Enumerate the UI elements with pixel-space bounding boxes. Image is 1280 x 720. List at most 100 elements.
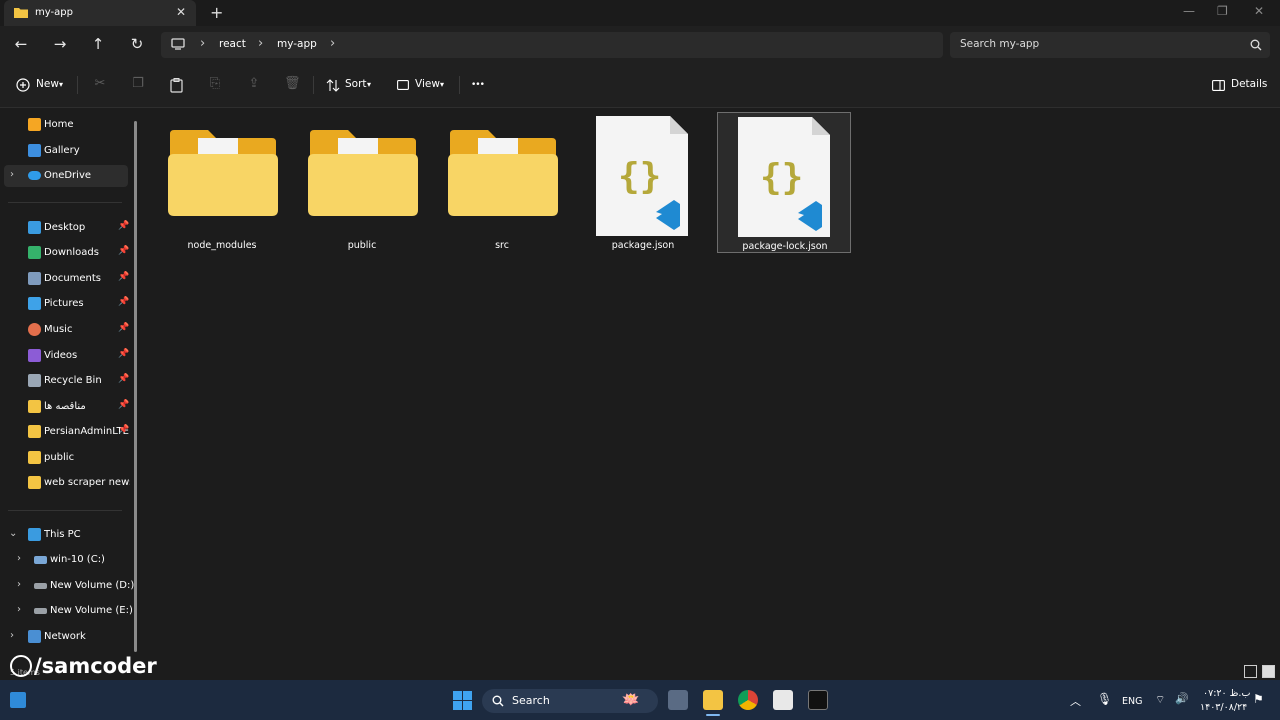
forward-button[interactable]: → bbox=[50, 34, 70, 54]
sidebar-item-recycle-bin[interactable]: Recycle Bin 📌 bbox=[4, 370, 129, 392]
json-file-icon: {} bbox=[738, 117, 830, 237]
chevron-down-icon: ▾ bbox=[59, 80, 64, 89]
new-tab-button[interactable]: + bbox=[210, 3, 223, 22]
details-view-toggle[interactable] bbox=[1244, 665, 1257, 678]
folder-icon bbox=[28, 476, 41, 489]
up-button[interactable]: ↑ bbox=[88, 34, 108, 54]
task-view-icon[interactable] bbox=[668, 690, 688, 710]
search-icon[interactable] bbox=[1250, 39, 1262, 51]
chevron-right-icon[interactable]: › bbox=[17, 604, 21, 615]
delete-icon[interactable]: 🗑 bbox=[284, 76, 301, 92]
sidebar-item-label: Documents bbox=[44, 273, 102, 284]
divider bbox=[8, 202, 122, 203]
sidebar-item-public[interactable]: public bbox=[4, 447, 128, 469]
file-name: src bbox=[495, 240, 509, 251]
folder-node-modules[interactable]: { } node_modules bbox=[155, 112, 289, 253]
notepad-icon[interactable] bbox=[773, 690, 793, 710]
breadcrumb-my-app[interactable]: my-app bbox=[277, 38, 317, 50]
refresh-button[interactable]: ↻ bbox=[127, 34, 147, 54]
sidebar-item-gallery[interactable]: Gallery bbox=[4, 140, 128, 162]
language-indicator[interactable]: ENG bbox=[1122, 696, 1142, 707]
sidebar-item-label: PersianAdminLTE bbox=[44, 426, 129, 437]
sidebar-item-label: public bbox=[44, 452, 75, 463]
close-window-button[interactable]: ✕ bbox=[1254, 4, 1264, 18]
details-button[interactable]: Details bbox=[1231, 78, 1267, 90]
more-options-button[interactable]: ••• bbox=[471, 80, 485, 90]
sidebar-item-network[interactable]: › Network bbox=[4, 626, 128, 648]
share-icon[interactable]: ⇪ bbox=[246, 76, 262, 92]
file-explorer-icon[interactable] bbox=[703, 690, 723, 710]
drive-icon bbox=[34, 583, 47, 589]
sidebar-scrollbar[interactable] bbox=[134, 121, 137, 652]
sidebar-item-desktop[interactable]: Desktop 📌 bbox=[4, 217, 129, 239]
notification-icon[interactable]: ⚑ bbox=[1253, 692, 1264, 706]
chevron-right-icon[interactable]: › bbox=[10, 630, 14, 641]
sidebar-item-label: Pictures bbox=[44, 298, 84, 309]
sidebar-item-home[interactable]: Home bbox=[4, 114, 128, 136]
chevron-down-icon[interactable]: ⌄ bbox=[9, 528, 17, 539]
json-file-icon: {} bbox=[596, 116, 688, 236]
music-icon bbox=[28, 323, 41, 336]
view-button[interactable]: View bbox=[415, 78, 440, 90]
sidebar-item-videos[interactable]: Videos 📌 bbox=[4, 345, 130, 367]
drive-icon bbox=[34, 556, 47, 564]
search-icon bbox=[492, 695, 504, 707]
desktop-icon bbox=[28, 221, 41, 234]
paste-icon[interactable] bbox=[170, 78, 183, 93]
sidebar-item-this-pc[interactable]: ⌄ This PC bbox=[4, 524, 128, 546]
pin-icon: 📌 bbox=[118, 323, 130, 333]
chevron-right-icon[interactable]: › bbox=[17, 553, 21, 564]
clock-time[interactable]: ۰۷:۲۰ ب.ظ bbox=[1203, 688, 1250, 699]
new-button[interactable]: New bbox=[36, 78, 59, 90]
sidebar-item-pictures[interactable]: Pictures 📌 bbox=[4, 293, 129, 315]
divider bbox=[459, 76, 460, 94]
taskbar-search-label: Search bbox=[512, 694, 550, 707]
file-package-lock-json[interactable]: {} package-lock.json bbox=[717, 112, 851, 253]
close-tab-icon[interactable]: ✕ bbox=[176, 5, 186, 19]
volume-icon[interactable]: 🔊 bbox=[1175, 692, 1189, 705]
sidebar-item-label: مناقصه ها bbox=[44, 401, 86, 412]
pin-icon: 📌 bbox=[118, 272, 130, 282]
back-button[interactable]: ← bbox=[11, 34, 31, 54]
chrome-icon[interactable] bbox=[738, 690, 758, 710]
cut-icon[interactable]: ✂ bbox=[92, 76, 108, 92]
widgets-icon[interactable] bbox=[10, 692, 26, 708]
chevron-up-icon[interactable]: ︿ bbox=[1070, 693, 1081, 709]
breadcrumb-react[interactable]: react bbox=[219, 38, 246, 50]
sidebar-item-persianadminlte[interactable]: PersianAdminLTE 📌 bbox=[4, 421, 129, 443]
sidebar-item-folder[interactable]: مناقصه ها 📌 bbox=[4, 396, 129, 418]
sidebar-item-web-scraper-news[interactable]: web scraper news - bbox=[4, 472, 130, 494]
sidebar-item-drive-c[interactable]: › win-10 (C:) bbox=[4, 549, 128, 571]
clock-date[interactable]: ۱۴۰۳/۰۸/۲۴ bbox=[1200, 702, 1247, 713]
plus-circle-icon bbox=[16, 78, 30, 92]
tab-my-app[interactable]: my-app ✕ bbox=[4, 0, 196, 26]
folder-icon bbox=[28, 425, 41, 438]
sidebar-item-drive-d[interactable]: › New Volume (D:) bbox=[4, 575, 134, 597]
file-package-json[interactable]: {} package.json bbox=[576, 112, 710, 253]
microphone-icon[interactable]: 🎙 bbox=[1097, 692, 1112, 706]
watermark-text: /samcoder bbox=[34, 654, 157, 678]
maximize-button[interactable]: ❐ bbox=[1217, 4, 1228, 18]
large-icons-view-toggle[interactable] bbox=[1262, 665, 1275, 678]
sidebar-item-music[interactable]: Music 📌 bbox=[4, 319, 130, 341]
start-icon[interactable] bbox=[453, 691, 472, 710]
sidebar-item-documents[interactable]: Documents 📌 bbox=[4, 268, 130, 290]
sidebar-item-label: New Volume (D:) bbox=[50, 580, 135, 591]
folder-public[interactable]: public bbox=[295, 112, 429, 253]
terminal-icon[interactable] bbox=[808, 690, 828, 710]
chevron-down-icon: ▾ bbox=[367, 80, 372, 89]
sort-button[interactable]: Sort bbox=[345, 78, 367, 90]
command-bar bbox=[0, 64, 1280, 108]
folder-src[interactable]: src bbox=[435, 112, 569, 253]
rename-icon[interactable]: ⎘ bbox=[207, 76, 223, 92]
pin-icon: 📌 bbox=[118, 349, 130, 359]
chevron-right-icon[interactable]: › bbox=[10, 169, 14, 180]
sidebar-item-downloads[interactable]: Downloads 📌 bbox=[4, 242, 129, 264]
sidebar-item-onedrive[interactable]: › OneDrive bbox=[4, 165, 128, 187]
wifi-icon[interactable]: ⌔ bbox=[1155, 693, 1165, 707]
minimize-button[interactable]: — bbox=[1183, 4, 1195, 18]
chevron-right-icon[interactable]: › bbox=[17, 579, 21, 590]
search-input[interactable]: Search my-app bbox=[960, 38, 1039, 50]
copy-icon[interactable]: ❐ bbox=[130, 76, 146, 92]
sidebar-item-drive-e[interactable]: › New Volume (E:) bbox=[4, 600, 133, 622]
